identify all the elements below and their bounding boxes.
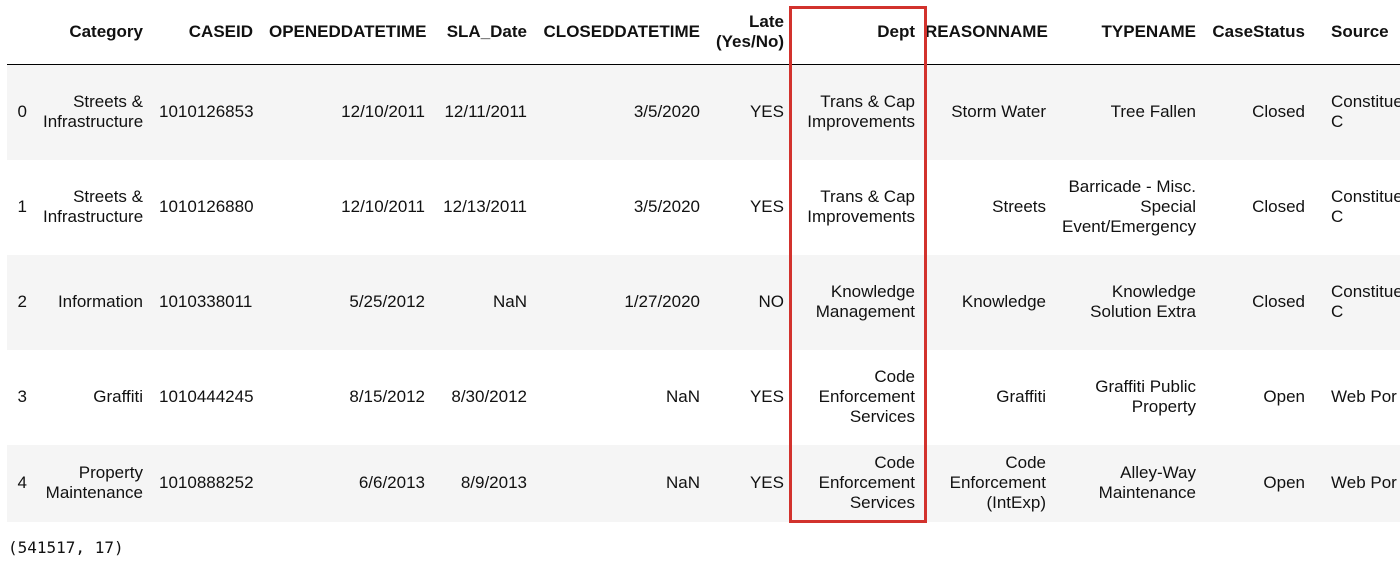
cell-sla-date: NaN [492,292,527,311]
row-index: 3 [17,387,27,406]
cell-category: Streets & Infrastructure [43,187,144,226]
cell-category: Property Maintenance [45,463,143,502]
column-header-late: Late (Yes/No) [708,0,792,65]
cell-source: Constitue C [1331,282,1400,321]
cell-caseid: 1010338011 [159,292,253,311]
table-row: 3 Graffiti 1010444245 8/15/2012 8/30/201… [7,349,1400,445]
cell-closeddatetime: NaN [665,387,700,406]
cell-caseid: 1010126853 [159,102,254,122]
table-row: 1 Streets & Infrastructure 1010126880 12… [7,159,1400,255]
column-header-category: Category [35,0,151,65]
cell-typename: Alley-Way Maintenance [1098,463,1196,502]
cell-casestatus: Open [1263,473,1305,492]
table-row: 0 Streets & Infrastructure 1010126853 12… [7,64,1400,160]
column-header-sla-date: SLA_Date [433,0,535,65]
row-index: 2 [17,292,27,311]
cell-source: Web Por [1331,387,1397,406]
cell-dept: Code Enforcement Services [818,453,915,512]
column-header-casestatus: CaseStatus [1204,0,1313,65]
table-row: 2 Information 1010338011 5/25/2012 NaN 1… [7,254,1400,350]
cell-category: Streets & Infrastructure [43,92,144,132]
cell-caseid: 1010126880 [159,197,254,216]
cell-dept: Knowledge Management [815,282,915,321]
cell-openeddatetime: 12/10/2011 [341,102,425,122]
column-header-closeddatetime: CLOSEDDATETIME [535,0,708,65]
cell-late: YES [749,473,784,492]
column-header-dept: Dept [792,0,923,65]
cell-casestatus: Closed [1252,197,1305,216]
cell-dept: Code Enforcement Services [818,367,915,426]
cell-closeddatetime: 1/27/2020 [624,292,700,311]
cell-late: YES [749,102,784,122]
cell-source: Web Por [1331,473,1397,492]
cell-caseid: 1010444245 [159,387,254,406]
dataframe-table: Category CASEID OPENEDDATETIME SLA_Date … [7,0,1400,522]
cell-late: YES [749,387,784,406]
cell-openeddatetime: 12/10/2011 [341,197,425,216]
cell-sla-date: 8/30/2012 [451,387,527,406]
row-index: 1 [17,197,27,216]
cell-casestatus: Closed [1252,102,1305,122]
cell-source: Constitue C [1331,92,1400,132]
cell-late: YES [749,197,784,216]
cell-dept: Trans & Cap Improvements [807,187,915,226]
cell-reasonname: Graffiti [996,387,1046,406]
cell-typename: Tree Fallen [1110,102,1196,122]
cell-typename: Graffiti Public Property [1095,377,1196,416]
cell-reasonname: Knowledge [961,292,1046,311]
cell-reasonname: Storm Water [951,102,1046,122]
cell-reasonname: Code Enforcement (IntExp) [949,453,1046,512]
cell-openeddatetime: 6/6/2013 [358,473,425,492]
cell-sla-date: 12/11/2011 [444,102,527,122]
cell-closeddatetime: 3/5/2020 [633,102,700,122]
cell-category: Graffiti [93,387,143,406]
cell-closeddatetime: NaN [665,473,700,492]
cell-caseid: 1010888252 [159,473,254,492]
row-index: 0 [17,102,27,122]
cell-sla-date: 8/9/2013 [460,473,527,492]
cell-reasonname: Streets [992,197,1046,216]
header-row: Category CASEID OPENEDDATETIME SLA_Date … [7,0,1400,65]
cell-openeddatetime: 8/15/2012 [349,387,425,406]
cell-typename: Knowledge Solution Extra [1090,282,1196,321]
cell-typename: Barricade - Misc. Special Event/Emergenc… [1062,177,1197,236]
cell-sla-date: 12/13/2011 [443,197,527,216]
column-header-reasonname: REASONNAME [923,0,1054,65]
index-header [7,0,35,65]
cell-late: NO [758,292,785,311]
row-index: 4 [17,473,27,492]
cell-dept: Trans & Cap Improvements [807,92,915,132]
column-header-openeddatetime: OPENEDDATETIME [261,0,433,65]
cell-closeddatetime: 3/5/2020 [633,197,700,216]
cell-casestatus: Open [1263,387,1305,406]
dataframe-shape-output: (541517, 17) [8,538,124,557]
column-header-source: Source [1313,0,1400,65]
column-header-typename: TYPENAME [1054,0,1204,65]
dataframe-output: Category CASEID OPENEDDATETIME SLA_Date … [7,0,1400,522]
cell-category: Information [57,292,143,311]
cell-casestatus: Closed [1252,292,1305,311]
cell-openeddatetime: 5/25/2012 [349,292,425,311]
column-header-caseid: CASEID [151,0,261,65]
table-row: 4 Property Maintenance 1010888252 6/6/20… [7,444,1400,522]
cell-source: Constitue C [1331,187,1400,226]
